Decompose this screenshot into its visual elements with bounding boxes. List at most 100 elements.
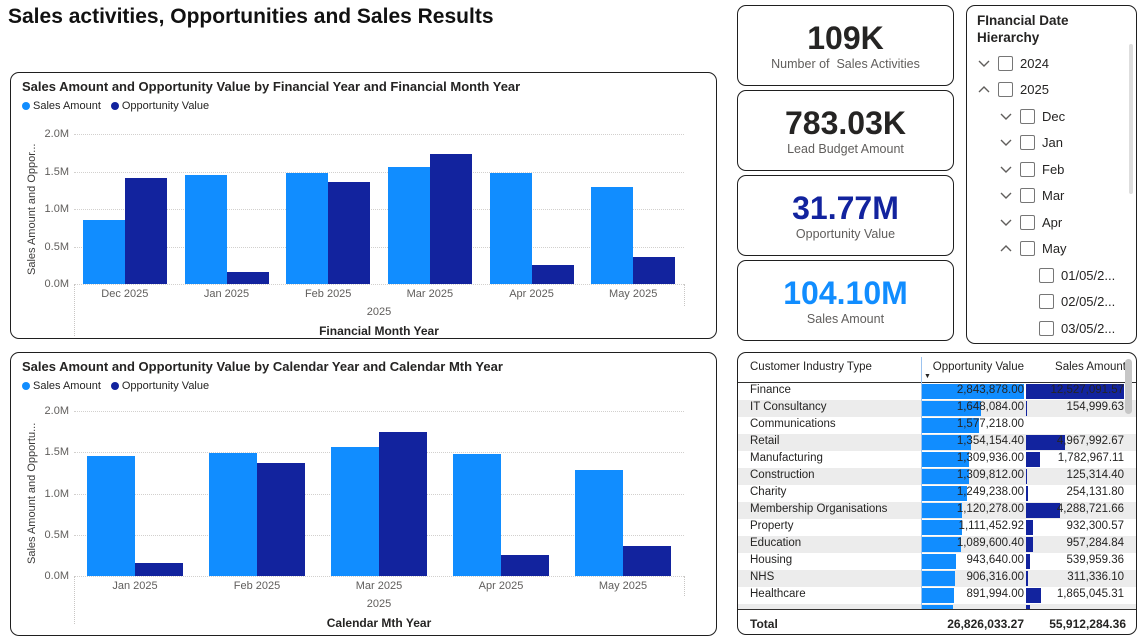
plot-area <box>74 411 684 576</box>
opportunity-value-bar[interactable] <box>257 463 305 576</box>
tree-item-03-05-2-[interactable]: 03/05/2... <box>967 315 1128 342</box>
column-header-opportunity-value[interactable]: Opportunity Value <box>922 361 1024 373</box>
sort-descending-icon[interactable]: ▼ <box>924 373 931 380</box>
sales-amount-bar[interactable] <box>453 454 501 576</box>
opportunity-value-bar[interactable] <box>135 563 183 576</box>
tree-item-jan[interactable]: Jan <box>967 130 1128 157</box>
checkbox[interactable] <box>998 56 1013 71</box>
tree-item-feb[interactable]: Feb <box>967 156 1128 183</box>
dashboard: Sales activities, Opportunities and Sale… <box>0 0 1142 638</box>
checkbox[interactable] <box>1020 109 1035 124</box>
tree-item-apr[interactable]: Apr <box>967 209 1128 236</box>
checkbox[interactable] <box>1020 135 1035 150</box>
opportunity-value-bar[interactable] <box>532 265 574 285</box>
tree-item-may[interactable]: May <box>967 236 1128 263</box>
year-axis-label: 2025 <box>74 306 684 318</box>
table-row[interactable]: Membership Organisations1,120,278.004,28… <box>738 502 1136 519</box>
kpi-card[interactable]: 109KNumber of Sales Activities <box>737 5 954 86</box>
table-row[interactable]: Charity1,249,238.00254,131.80 <box>738 485 1136 502</box>
cell-sales-amount: 932,300.57 <box>1026 520 1124 532</box>
table-row[interactable]: Communications1,577,218.00 <box>738 417 1136 434</box>
legend-item[interactable]: Opportunity Value <box>111 380 209 392</box>
sales-amount-bar[interactable] <box>490 173 532 284</box>
bar-groups <box>74 134 684 284</box>
sales-amount-bar[interactable] <box>575 470 623 576</box>
chevron-down-icon[interactable] <box>999 162 1013 176</box>
legend-item[interactable]: Sales Amount <box>22 380 101 392</box>
chevron-up-icon[interactable] <box>977 83 991 97</box>
opportunity-value-bar[interactable] <box>501 555 549 576</box>
chevron-up-icon[interactable] <box>999 242 1013 256</box>
opportunity-value-bar[interactable] <box>328 182 370 284</box>
legend-item[interactable]: Sales Amount <box>22 100 101 112</box>
tree-item-01-05-2-[interactable]: 01/05/2... <box>967 262 1128 289</box>
table-row[interactable]: Property1,111,452.92932,300.57 <box>738 519 1136 536</box>
table-scrollbar-thumb[interactable] <box>1125 359 1132 414</box>
column-header-industry[interactable]: Customer Industry Type <box>750 361 920 373</box>
legend-item[interactable]: Opportunity Value <box>111 100 209 112</box>
chevron-down-icon[interactable] <box>999 136 1013 150</box>
table-row[interactable]: Manufacturing1,309,936.001,782,967.11 <box>738 451 1136 468</box>
table-row[interactable]: Retail1,354,154.404,967,992.67 <box>738 434 1136 451</box>
tree-item-dec[interactable]: Dec <box>967 103 1128 130</box>
cell-sales-amount: 12,527,091.57 <box>1026 384 1124 396</box>
x-category-label: Jan 2025 <box>74 580 196 592</box>
sales-amount-bar[interactable] <box>83 220 125 285</box>
cell-sales-amount: 539,959.36 <box>1026 554 1124 566</box>
chevron-down-icon[interactable] <box>999 189 1013 203</box>
sales-amount-bar[interactable] <box>87 456 135 576</box>
checkbox[interactable] <box>1020 215 1035 230</box>
table-row[interactable]: NHS906,316.00311,336.10 <box>738 570 1136 587</box>
checkbox[interactable] <box>1039 294 1054 309</box>
y-tick-label: 1.0M <box>31 488 69 500</box>
calendar-chart-panel: Sales Amount and Opportunity Value by Ca… <box>10 352 717 636</box>
checkbox[interactable] <box>1039 321 1054 336</box>
bar-pair <box>331 432 427 576</box>
sales-amount-bar[interactable] <box>388 167 430 284</box>
chevron-down-icon[interactable] <box>999 215 1013 229</box>
cell-opportunity-value: 1,577,218.00 <box>922 418 1024 430</box>
column-header-sales-amount[interactable]: Sales Amount <box>1030 361 1126 373</box>
bar-group <box>74 134 176 284</box>
cell-sales-amount: 957,284.84 <box>1026 537 1124 549</box>
table-row[interactable]: Education1,089,600.40957,284.84 <box>738 536 1136 553</box>
opportunity-value-bar[interactable] <box>623 546 671 576</box>
opportunity-value-bar[interactable] <box>379 432 427 576</box>
tree-item-2024[interactable]: 2024 <box>967 50 1128 77</box>
checkbox[interactable] <box>1020 162 1035 177</box>
legend: Sales Amount Opportunity Value <box>22 380 209 392</box>
sales-amount-bar[interactable] <box>209 453 257 576</box>
cell-sales-amount: 4,288,721.66 <box>1026 503 1124 515</box>
slicer-scrollbar-thumb[interactable] <box>1129 44 1133 194</box>
bar-group <box>74 411 196 576</box>
table-row[interactable]: Finance2,843,878.0012,527,091.57 <box>738 383 1136 400</box>
sales-amount-bar[interactable] <box>185 175 227 284</box>
opportunity-value-bar[interactable] <box>125 178 167 285</box>
tree-item-2025[interactable]: 2025 <box>967 77 1128 104</box>
kpi-card[interactable]: 31.77MOpportunity Value <box>737 175 954 256</box>
table-row[interactable]: IT Consultancy1,648,084.00154,999.63 <box>738 400 1136 417</box>
checkbox[interactable] <box>1020 188 1035 203</box>
kpi-card[interactable]: 104.10MSales Amount <box>737 260 954 341</box>
opportunity-value-legend-dot-icon <box>111 102 119 110</box>
chevron-down-icon[interactable] <box>977 56 991 70</box>
sales-amount-bar[interactable] <box>591 187 633 284</box>
opportunity-value-bar[interactable] <box>227 272 269 284</box>
checkbox[interactable] <box>998 82 1013 97</box>
checkbox[interactable] <box>1039 268 1054 283</box>
bar-group <box>440 411 562 576</box>
table-row[interactable]: Housing943,640.00539,959.36 <box>738 553 1136 570</box>
chevron-down-icon[interactable] <box>999 109 1013 123</box>
sales-amount-bar[interactable] <box>286 173 328 284</box>
checkbox[interactable] <box>1020 241 1035 256</box>
table-row[interactable]: Healthcare891,994.001,865,045.31 <box>738 587 1136 604</box>
sales-amount-bar[interactable] <box>331 447 379 576</box>
tree-item-mar[interactable]: Mar <box>967 183 1128 210</box>
kpi-card[interactable]: 783.03KLead Budget Amount <box>737 90 954 171</box>
opportunity-value-bar[interactable] <box>633 257 675 284</box>
table-row[interactable]: Construction1,309,812.00125,314.40 <box>738 468 1136 485</box>
opportunity-value-bar[interactable] <box>430 154 472 285</box>
tree-item-02-05-2-[interactable]: 02/05/2... <box>967 289 1128 316</box>
cell-sales-amount: 4,967,992.67 <box>1026 435 1124 447</box>
page-title: Sales activities, Opportunities and Sale… <box>8 5 494 29</box>
